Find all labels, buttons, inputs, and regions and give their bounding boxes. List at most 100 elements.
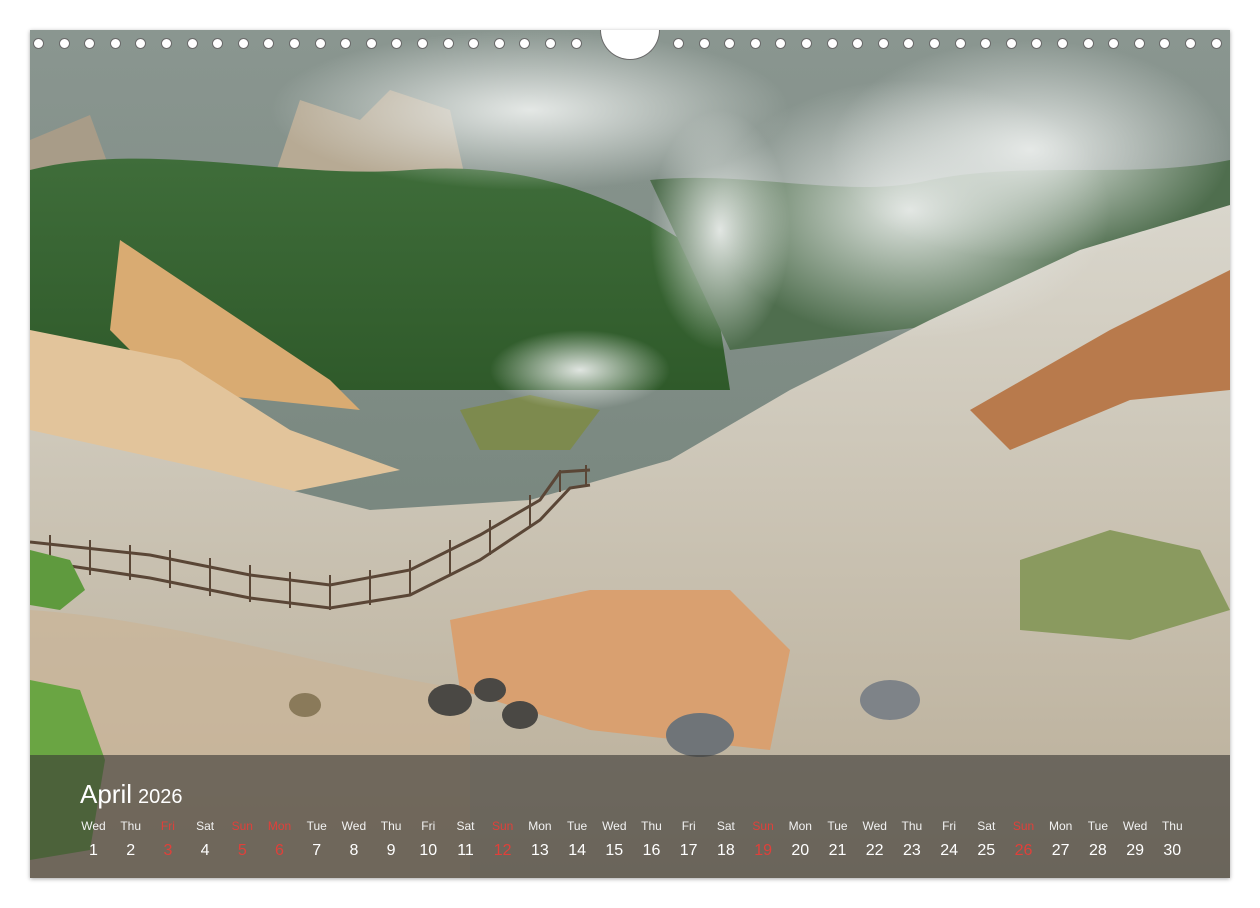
day-of-week-label: Sun (1012, 819, 1035, 833)
day-of-week-label: Wed (602, 819, 627, 833)
binding-ring (365, 38, 377, 49)
day-of-week-label: Thu (380, 819, 402, 833)
day-number: 22 (865, 842, 884, 859)
day-cell: Sun 12 (484, 819, 521, 861)
day-cell: Sun 19 (745, 819, 782, 861)
day-of-week-label: Sun (492, 819, 514, 833)
day-of-week-label: Sun (231, 819, 253, 833)
day-of-week-label: Mon (788, 819, 812, 833)
calendar-band: April 2026 Wed 1 Thu 2 Fri 3 Sat 4 Sun 5 Mon 6 Tue 7 We… (30, 755, 1230, 878)
day-number: 14 (568, 842, 586, 859)
day-number: 21 (828, 842, 847, 859)
day-of-week-label: Sun (752, 819, 774, 833)
day-cell: Sun 26 (1005, 819, 1042, 861)
binding-ring (877, 38, 889, 49)
day-cell: Mon 13 (521, 819, 558, 861)
landscape-photo (30, 30, 1230, 878)
day-cell: Tue 28 (1079, 819, 1116, 861)
day-cell: Fri 17 (670, 819, 707, 861)
day-of-week-label: Sat (196, 819, 215, 833)
day-of-week-label: Wed (81, 819, 106, 833)
binding-ring (186, 38, 198, 49)
day-of-week-label: Sat (716, 819, 735, 833)
day-number: 30 (1163, 842, 1182, 859)
month-year: 2026 (138, 786, 183, 808)
day-of-week-label: Tue (566, 819, 588, 833)
binding-ring (340, 38, 352, 49)
day-number: 12 (493, 842, 512, 859)
binding-ring (442, 38, 454, 49)
day-number: 9 (386, 842, 396, 859)
day-of-week-label: Fri (681, 819, 696, 833)
day-number: 23 (902, 842, 921, 859)
binding-ring (954, 38, 966, 49)
day-cell: Thu 9 (373, 819, 410, 861)
day-number: 28 (1088, 842, 1107, 859)
binding-ring (724, 38, 736, 49)
day-number: 1 (89, 842, 98, 859)
binding-ring (570, 38, 582, 49)
binding-ring (417, 38, 428, 49)
day-number: 11 (457, 842, 474, 859)
day-number: 16 (642, 842, 661, 859)
day-cell: Mon 20 (782, 819, 819, 861)
day-cell: Fri 24 (931, 819, 968, 861)
binding-ring (1005, 38, 1017, 49)
day-cell: Tue 7 (298, 819, 335, 861)
day-of-week-label: Wed (862, 819, 887, 833)
binding-ring (749, 38, 761, 49)
day-cell: Thu 16 (633, 819, 670, 861)
binding-ring (1057, 38, 1068, 49)
day-of-week-label: Thu (641, 819, 662, 833)
month-name: April (80, 779, 133, 809)
day-of-week-label: Sat (456, 819, 475, 833)
day-of-week-label: Fri (160, 819, 175, 833)
calendar-page: April 2026 Wed 1 Thu 2 Fri 3 Sat 4 Sun 5 Mon 6 Tue 7 We… (30, 30, 1230, 878)
binding-ring (826, 38, 838, 49)
binding-ring (33, 38, 44, 49)
binding-ring (263, 38, 275, 49)
day-of-week-label: Tue (1087, 819, 1108, 833)
binding-ring (237, 38, 249, 49)
day-number: 27 (1051, 842, 1070, 859)
binding-ring (135, 38, 147, 49)
day-cell: Wed 8 (335, 819, 372, 861)
day-number: 10 (419, 842, 438, 859)
binding-ring (519, 38, 531, 49)
binding-ring (289, 38, 300, 49)
binding-ring (801, 38, 812, 49)
day-number: 25 (977, 842, 996, 859)
binding-ring (391, 38, 403, 49)
day-number: 24 (940, 842, 958, 859)
binding-ring (1210, 38, 1222, 49)
day-number: 18 (716, 842, 735, 859)
day-number: 13 (530, 842, 549, 859)
binding-ring (58, 38, 70, 49)
day-number: 2 (126, 842, 136, 859)
binding-ring (493, 38, 505, 49)
day-number: 4 (200, 842, 210, 859)
day-number: 3 (163, 842, 173, 859)
day-cell: Fri 10 (410, 819, 447, 861)
binding-ring (852, 38, 864, 49)
day-cell: Thu 23 (893, 819, 930, 861)
binding-ring (980, 38, 992, 49)
binding-ring (1031, 38, 1043, 49)
binding-ring (468, 38, 480, 49)
day-of-week-label: Fri (942, 819, 957, 833)
binding-ring (1082, 38, 1094, 49)
day-of-week-label: Tue (306, 819, 327, 833)
day-of-week-label: Wed (341, 819, 367, 833)
day-number: 7 (312, 842, 322, 859)
day-cell: Wed 15 (596, 819, 633, 861)
day-of-week-label: Tue (827, 819, 848, 833)
binding-ring (1185, 38, 1196, 49)
day-number: 8 (349, 842, 359, 859)
binding-ring (673, 38, 684, 49)
day-of-week-label: Fri (421, 819, 436, 833)
day-cell: Sun 5 (224, 819, 261, 861)
day-cell: Tue 21 (819, 819, 856, 861)
day-number: 15 (605, 842, 624, 859)
day-number: 17 (679, 842, 698, 859)
binding-ring (698, 38, 710, 49)
